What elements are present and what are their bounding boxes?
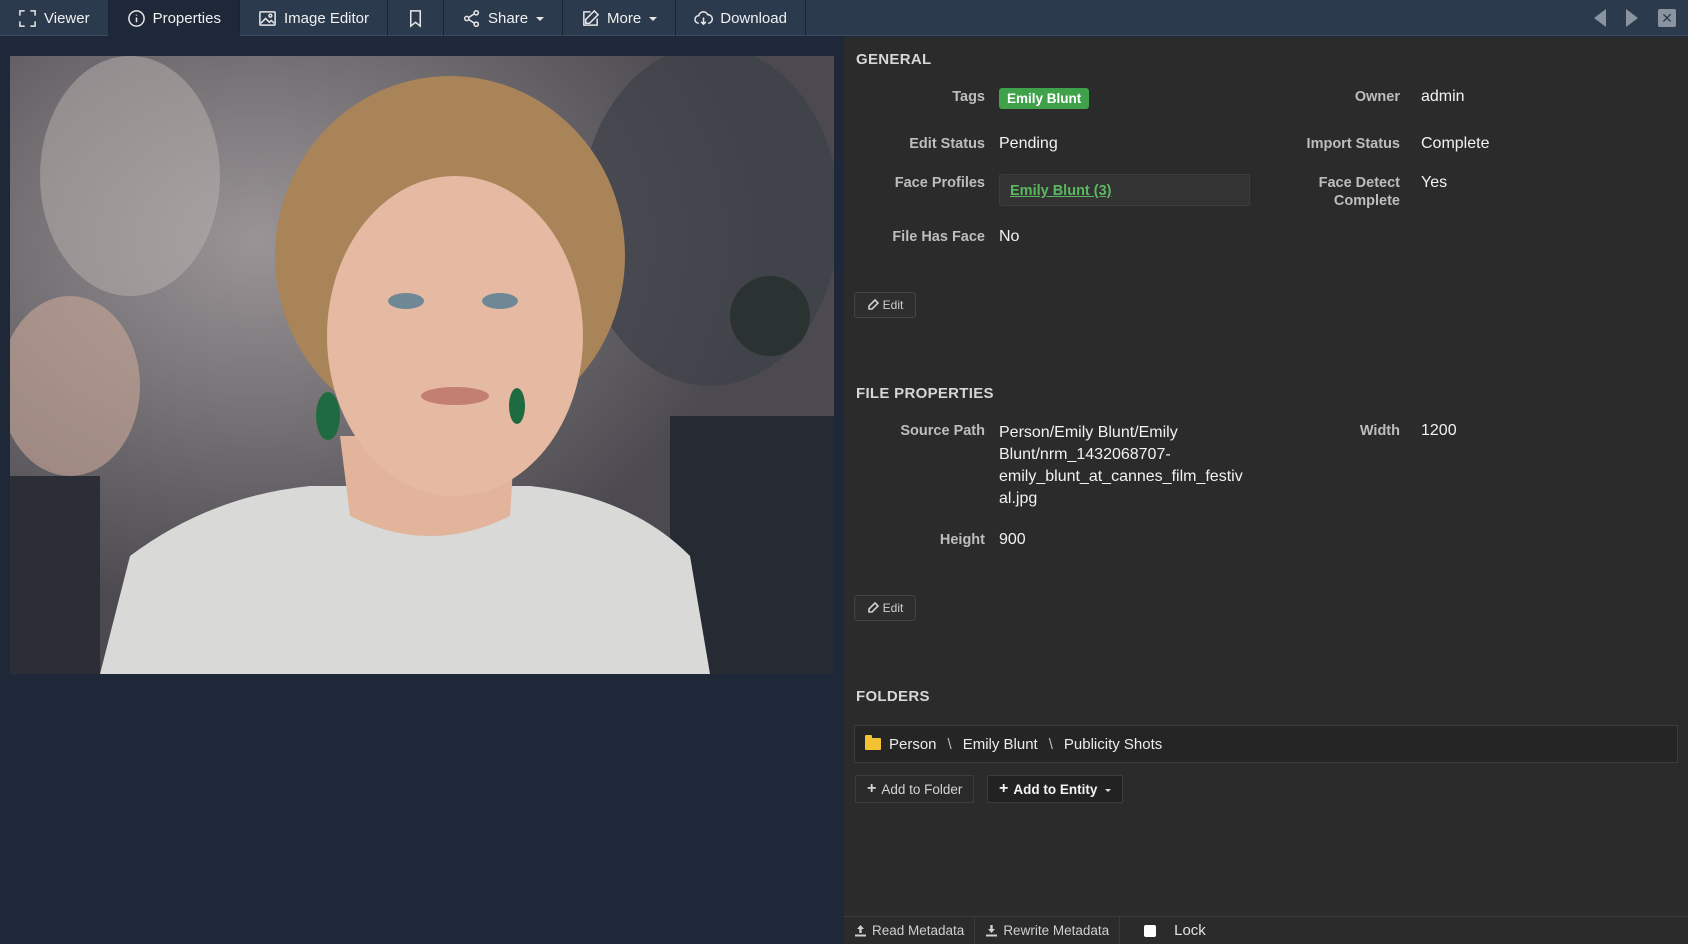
face-detect-complete-value: Yes [1421, 174, 1448, 191]
share-button[interactable]: Share [444, 0, 564, 36]
add-to-entity-button[interactable]: + Add to Entity [987, 775, 1124, 803]
edit-icon [583, 9, 600, 26]
file-properties-section-title: FILE PROPERTIES [856, 385, 994, 402]
rewrite-metadata-button[interactable]: Rewrite Metadata [975, 916, 1121, 944]
properties-panel: GENERAL Tags Emily Blunt Owner admin Edi… [844, 37, 1688, 944]
download-icon [986, 925, 998, 937]
source-path-label: Source Path [900, 423, 985, 439]
folder-crumb-separator: \ [1048, 735, 1053, 753]
add-to-folder-label: Add to Folder [881, 781, 963, 797]
folders-section-title: FOLDERS [856, 688, 930, 705]
image-editor-label: Image Editor [283, 9, 370, 27]
download-button[interactable]: Download [676, 0, 806, 36]
height-value: 900 [999, 531, 1026, 548]
width-value: 1200 [1421, 422, 1457, 439]
image-viewer [0, 37, 844, 944]
plus-icon: + [867, 780, 877, 797]
width-label: Width [1359, 423, 1400, 439]
share-label: Share [488, 9, 529, 27]
info-icon [127, 9, 145, 27]
file-properties-edit-button[interactable]: Edit [854, 595, 916, 621]
folder-crumb-person[interactable]: Person [889, 736, 937, 753]
chevron-down-icon [1105, 788, 1112, 792]
share-icon [463, 9, 480, 27]
panel-footer: Read Metadata Rewrite Metadata Lock [844, 916, 1688, 944]
bookmark-icon [410, 9, 422, 28]
tags-label: Tags [952, 89, 985, 105]
close-icon[interactable]: ✕ [1658, 9, 1676, 27]
edit-icon [867, 299, 879, 310]
import-status-label: Import Status [1306, 136, 1400, 152]
face-profiles-box: Emily Blunt (3) [999, 174, 1250, 206]
image-editor-button[interactable]: Image Editor [240, 0, 389, 36]
expand-icon [19, 9, 36, 27]
source-path-value: Person/Emily Blunt/Emily Blunt/nrm_14320… [999, 424, 1243, 507]
share-caret-icon [536, 17, 545, 21]
lock-checkbox[interactable] [1144, 924, 1157, 937]
viewer-label: Viewer [44, 9, 90, 27]
tag-badge[interactable]: Emily Blunt [999, 88, 1090, 109]
general-edit-label: Edit [882, 298, 904, 312]
toolbar-right-controls: ✕ [1594, 0, 1688, 36]
import-status-value: Complete [1421, 135, 1490, 152]
face-profiles-label: Face Profiles [894, 175, 985, 191]
properties-label: Properties [152, 9, 221, 27]
rewrite-metadata-label: Rewrite Metadata [1003, 923, 1110, 938]
bookmark-button[interactable] [388, 0, 445, 36]
viewer-button[interactable]: Viewer [0, 0, 109, 36]
owner-value: admin [1421, 88, 1465, 105]
add-to-folder-button[interactable]: + Add to Folder [855, 775, 975, 803]
face-detect-complete-label: Face Detect Complete [1318, 175, 1400, 209]
folder-icon [865, 735, 881, 750]
more-label: More [607, 9, 642, 27]
folder-crumb-separator: \ [947, 735, 952, 753]
edit-status-value: Pending [999, 135, 1058, 152]
file-properties-edit-label: Edit [882, 601, 904, 615]
lock-label: Lock [1174, 922, 1206, 939]
folder-path-row[interactable]: Person \ Emily Blunt \ Publicity Shots [854, 725, 1678, 763]
edit-status-label: Edit Status [909, 136, 985, 152]
next-arrow-icon[interactable] [1626, 9, 1638, 27]
upload-icon [855, 925, 866, 937]
folder-crumb-emily-blunt[interactable]: Emily Blunt [963, 736, 1038, 753]
file-has-face-value: No [999, 228, 1020, 245]
download-label: Download [720, 9, 787, 27]
top-toolbar: Viewer Properties Image Editor Share Mor… [0, 0, 1688, 36]
properties-button[interactable]: Properties [108, 0, 240, 36]
read-metadata-label: Read Metadata [872, 923, 965, 938]
cloud-download-icon [694, 10, 714, 25]
folder-crumb-publicity-shots[interactable]: Publicity Shots [1064, 736, 1162, 753]
image-icon [259, 10, 276, 26]
plus-icon: + [999, 780, 1009, 797]
general-edit-button[interactable]: Edit [854, 292, 916, 318]
file-has-face-label: File Has Face [892, 229, 985, 245]
more-caret-icon [649, 17, 658, 21]
face-profile-link[interactable]: Emily Blunt (3) [1010, 183, 1112, 199]
prev-arrow-icon[interactable] [1594, 9, 1606, 27]
preview-image [10, 56, 834, 674]
owner-label: Owner [1354, 89, 1400, 105]
edit-icon [867, 602, 879, 613]
more-button[interactable]: More [563, 0, 677, 36]
general-section-title: GENERAL [856, 51, 932, 68]
read-metadata-button[interactable]: Read Metadata [844, 916, 976, 944]
height-label: Height [939, 532, 985, 548]
add-to-entity-label: Add to Entity [1013, 781, 1098, 797]
